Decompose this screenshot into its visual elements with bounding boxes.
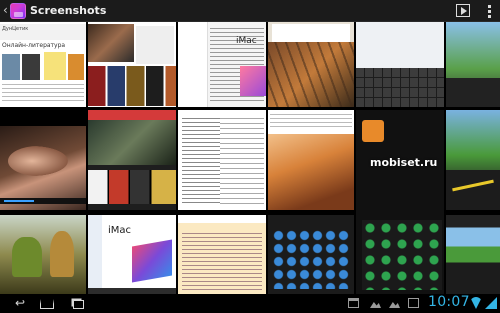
slideshow-icon xyxy=(456,4,470,17)
imac-screen-image xyxy=(132,239,172,283)
book-cover xyxy=(44,52,66,80)
back-arrow-icon: ↩ xyxy=(14,296,26,310)
dialog-box xyxy=(272,24,350,42)
page-sidebar xyxy=(88,215,102,294)
thumbnail-video-player[interactable] xyxy=(0,126,86,210)
thumbnail-cartoon[interactable] xyxy=(0,215,86,294)
thumbnail-title: Онлайн-литература xyxy=(2,42,66,49)
screenshot-grid: ДунЦетик Онлайн-литература iMac iMac mob… xyxy=(0,22,500,294)
page-sidebar xyxy=(178,22,208,107)
thumbnail-keyboard[interactable] xyxy=(356,22,444,107)
cartoon-character xyxy=(12,237,42,277)
imac-heading: iMac xyxy=(236,36,257,46)
thumbnail-document[interactable] xyxy=(178,215,266,294)
signal-icon xyxy=(485,297,497,309)
thumbnail-racing-game[interactable] xyxy=(446,22,500,107)
thumbnail-imac-browser[interactable]: iMac xyxy=(178,22,266,107)
thumbnail-video-catalog[interactable] xyxy=(88,110,176,210)
wifi-icon xyxy=(470,297,482,309)
document-header xyxy=(178,215,266,223)
gallery-app-icon xyxy=(10,3,26,19)
thumbnail-photo-page[interactable] xyxy=(268,110,354,210)
up-navigation-button[interactable]: ‹ xyxy=(0,0,26,22)
back-button[interactable]: ↩ xyxy=(10,296,30,311)
text-lines xyxy=(182,233,262,291)
action-bar: ‹ Screenshots xyxy=(0,0,500,22)
page-title: Screenshots xyxy=(30,4,107,17)
home-button[interactable] xyxy=(37,296,57,311)
thumbnail-imac-page[interactable]: iMac xyxy=(88,215,176,294)
recent-apps-icon xyxy=(73,300,84,309)
watermark-text: mobiset.ru xyxy=(370,156,438,169)
app-icon xyxy=(362,120,384,142)
keyboard-image xyxy=(356,68,444,107)
photo xyxy=(268,134,354,210)
movie-posters-row xyxy=(88,170,176,204)
shop-notification-icon[interactable] xyxy=(348,298,359,308)
thumbnail-movie-store[interactable] xyxy=(88,22,176,107)
photo xyxy=(268,42,354,107)
imac-heading: iMac xyxy=(108,225,132,236)
overflow-menu-button[interactable] xyxy=(483,2,495,20)
image-notification-icon[interactable] xyxy=(370,298,381,308)
home-icon xyxy=(40,299,54,309)
video-progress-bar xyxy=(0,198,86,204)
overflow-menu-icon xyxy=(488,5,491,8)
system-bar: ↩ 10:07 xyxy=(0,294,500,313)
movie-posters-row xyxy=(88,66,176,106)
recent-apps-button[interactable] xyxy=(70,296,86,311)
thumbnail-books-store[interactable]: ДунЦетик Онлайн-литература xyxy=(0,22,86,107)
catalog-banner xyxy=(88,110,176,120)
thumbnail-article[interactable] xyxy=(178,110,266,210)
chevron-left-icon: ‹ xyxy=(3,3,8,17)
video-frame xyxy=(8,146,68,176)
imac-screen-image xyxy=(240,66,266,96)
thumbnail-app-drawer[interactable] xyxy=(268,215,354,294)
text-lines xyxy=(268,110,354,134)
thumbnail-home-screen[interactable]: mobiset.ru xyxy=(356,110,444,294)
book-cover xyxy=(2,54,20,80)
thumbnail-racing-game[interactable] xyxy=(446,110,500,210)
road xyxy=(446,170,500,210)
movie-image xyxy=(88,24,134,62)
cartoon-character xyxy=(50,231,74,277)
thumbnail-header: ДунЦетик xyxy=(0,24,86,40)
thumbnail-photo-dialog[interactable] xyxy=(268,22,354,107)
movie-info-panel xyxy=(136,26,174,64)
clock[interactable]: 10:07 xyxy=(428,294,470,310)
image-notification-icon[interactable] xyxy=(389,298,400,308)
screenshot-notification-icon[interactable] xyxy=(408,298,419,308)
road xyxy=(446,78,500,107)
featured-image xyxy=(88,120,176,165)
app-icons-grid xyxy=(362,220,442,290)
app-icons-grid xyxy=(272,229,350,289)
book-cover xyxy=(22,54,40,80)
text-column xyxy=(220,118,264,206)
slideshow-button[interactable] xyxy=(454,2,472,20)
book-cover xyxy=(68,54,84,80)
text-lines xyxy=(2,84,84,104)
thumbnail-racing-game[interactable] xyxy=(446,215,500,294)
